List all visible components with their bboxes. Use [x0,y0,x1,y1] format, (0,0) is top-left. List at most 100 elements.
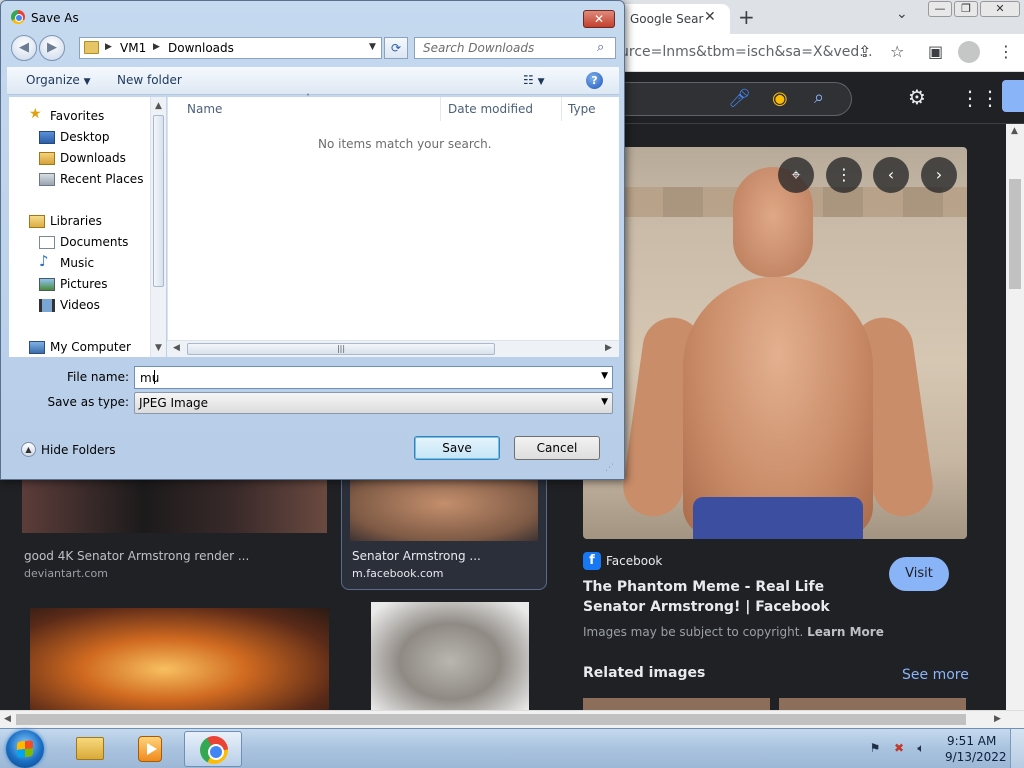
result-thumbnail[interactable] [30,608,329,710]
nav-item-documents[interactable]: Documents [60,235,128,249]
resize-grip-icon[interactable]: ⋰ [605,463,614,473]
more-menu-icon[interactable]: ⋮ [998,42,1014,61]
preview-source-name: Facebook [606,554,663,568]
organize-button[interactable]: Organize ▼ [26,73,91,87]
save-as-type-select[interactable]: JPEG Image ▼ [134,392,613,414]
view-options-icon[interactable]: ☷ ▼ [523,73,545,87]
breadcrumb[interactable]: ▶ VM1 ▶ Downloads ▼ [79,37,382,59]
taskbar-app-chrome[interactable] [184,731,242,767]
previous-arrow-icon[interactable]: ‹ [873,157,909,193]
search-input[interactable]: Search Downloads ⌕ [414,37,616,59]
chevron-down-icon[interactable]: ▼ [601,397,608,407]
result-caption[interactable]: Senator Armstrong ... [352,549,481,563]
page-horizontal-scrollbar[interactable]: ◀ ▶ [0,710,1024,728]
tab-title: Google Sear [630,12,704,26]
nav-item-pictures[interactable]: Pictures [60,277,108,291]
videos-icon [39,299,55,312]
desktop-icon [39,131,55,144]
nav-item-libraries[interactable]: Libraries [50,214,102,228]
profile-avatar[interactable] [958,41,980,63]
file-name-input[interactable]: mu ▼ [134,366,613,389]
page-vertical-scrollbar[interactable]: ▲ [1006,124,1024,710]
start-button[interactable] [6,730,44,768]
show-desktop-button[interactable] [1010,729,1024,768]
clock-time[interactable]: 9:51 AM [947,734,996,748]
chevron-right-icon[interactable]: ▶ [105,42,112,52]
bookmark-star-icon[interactable]: ☆ [890,42,904,61]
result-thumbnail[interactable] [350,479,538,541]
column-header-name[interactable]: Name [187,102,222,116]
clock-date[interactable]: 9/13/2022 [945,750,1007,764]
learn-more-link[interactable]: Learn More [807,625,884,639]
text-caret [154,370,155,384]
share-icon[interactable]: ⇪ [858,42,871,61]
nav-item-music[interactable]: Music [60,256,94,270]
new-tab-icon[interactable]: + [738,5,755,29]
volume-icon[interactable]: 🔈︎ [914,741,928,755]
nav-item-downloads[interactable]: Downloads [60,151,126,165]
next-arrow-icon[interactable]: › [921,157,957,193]
file-list-horizontal-scrollbar[interactable]: ◀ ||| ▶ [167,340,619,357]
libraries-icon [29,215,45,228]
see-more-link[interactable]: See more [902,667,969,683]
organize-label: Organize [26,73,80,87]
scrollbar-thumb[interactable]: ||| [187,343,495,355]
preview-image[interactable] [583,147,967,539]
tab-close-icon[interactable]: ✕ [704,9,716,25]
chevron-down-icon[interactable]: ▼ [601,371,608,381]
side-panel-icon[interactable]: ▣ [928,42,943,61]
taskbar: ⚑ ✖ 🔈︎ 9:51 AM 9/13/2022 [0,728,1024,768]
taskbar-app-explorer[interactable] [60,731,118,767]
file-list[interactable]: Name ˄ Date modified Type No items match… [167,93,619,357]
action-center-icon[interactable]: ⚑ [868,741,882,755]
forward-arrow-icon[interactable]: ▶ [39,35,65,61]
scrollbar-thumb[interactable] [16,714,966,725]
minimize-icon[interactable]: — [928,1,952,17]
help-icon[interactable]: ? [586,72,603,89]
lens-search-icon[interactable]: ⌖ [778,157,814,193]
chevron-right-icon[interactable]: ▶ [153,42,160,52]
result-thumbnail[interactable] [22,478,327,533]
save-button[interactable]: Save [414,436,500,460]
navigation-pane-scrollbar[interactable]: ▲ ▼ [150,97,166,357]
star-icon: ★ [29,106,42,122]
preview-title[interactable]: The Phantom Meme - Real Life Senator Arm… [583,577,873,617]
close-icon[interactable]: ✕ [980,1,1020,17]
nav-item-favorites[interactable]: Favorites [50,109,104,123]
save-as-type-label: Save as type: [47,395,129,409]
maximize-icon[interactable]: ❐ [954,1,978,17]
mic-icon[interactable]: 🎤︎ [728,88,751,109]
close-icon[interactable]: ✕ [583,10,615,28]
google-search-box[interactable]: 🎤︎ ◉ ⌕ [600,82,852,116]
scrollbar-thumb[interactable] [153,115,164,287]
new-folder-button[interactable]: New folder [117,73,182,87]
cancel-button[interactable]: Cancel [514,436,600,460]
breadcrumb-item[interactable]: Downloads [168,41,234,55]
back-arrow-icon[interactable]: ◀ [11,35,37,61]
search-icon[interactable]: ⌕ [597,40,604,55]
chevron-down-icon[interactable]: ▼ [369,42,376,52]
nav-item-desktop[interactable]: Desktop [60,130,110,144]
taskbar-app-media-player[interactable] [120,731,178,767]
url-text[interactable]: urce=lnms&tbm=isch&sa=X&ved... [620,44,873,60]
column-header-type[interactable]: Type [568,102,596,116]
nav-item-recent-places[interactable]: Recent Places [60,172,143,186]
lens-icon[interactable]: ◉ [772,88,788,109]
result-caption[interactable]: good 4K Senator Armstrong render ... [24,549,249,563]
chevron-down-icon[interactable]: ⌄ [896,6,908,22]
result-thumbnail[interactable] [371,602,529,710]
nav-item-my-computer[interactable]: My Computer [50,340,131,354]
more-options-icon[interactable]: ⋮ [826,157,862,193]
selected-result-card[interactable]: Senator Armstrong ... m.facebook.com [341,470,547,590]
scrollbar-thumb[interactable] [1009,179,1021,289]
sign-in-button[interactable] [1002,80,1024,112]
column-header-date-modified[interactable]: Date modified [448,102,533,116]
dialog-title: Save As [31,11,79,25]
network-disconnected-icon[interactable]: ✖ [892,741,906,755]
refresh-icon[interactable]: ⟳ [384,37,408,59]
nav-item-videos[interactable]: Videos [60,298,100,312]
settings-gear-icon[interactable]: ⚙ [908,85,926,109]
visit-button[interactable]: Visit [889,557,949,591]
breadcrumb-item[interactable]: VM1 [120,41,146,55]
search-icon[interactable]: ⌕ [814,87,824,108]
